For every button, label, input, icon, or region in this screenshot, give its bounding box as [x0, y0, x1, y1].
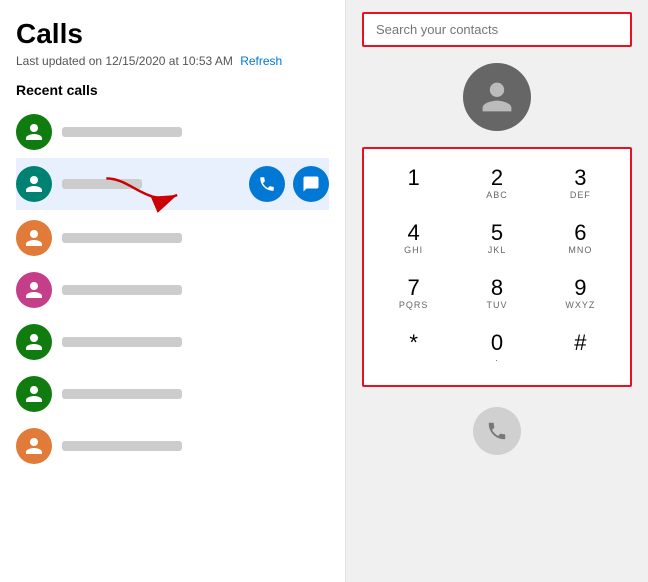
avatar — [16, 428, 52, 464]
avatar — [16, 376, 52, 412]
dial-letters: TUV — [486, 300, 507, 312]
left-panel: Calls Last updated on 12/15/2020 at 10:5… — [0, 0, 346, 582]
dial-letters: PQRS — [399, 300, 429, 312]
avatar — [16, 166, 52, 202]
dial-number: 6 — [574, 222, 586, 244]
call-item — [16, 420, 329, 472]
dial-letters: · — [495, 355, 499, 367]
dial-key-0[interactable]: 0· — [455, 322, 538, 377]
refresh-link[interactable]: Refresh — [240, 54, 282, 68]
contact-name — [62, 179, 142, 189]
call-item — [16, 212, 329, 264]
dial-number: 2 — [491, 167, 503, 189]
dial-key-*[interactable]: * — [372, 322, 455, 377]
contact-name — [62, 337, 182, 347]
dial-number: 9 — [574, 277, 586, 299]
calls-list — [16, 106, 329, 582]
avatar — [16, 272, 52, 308]
dial-number: * — [409, 332, 418, 354]
page-title: Calls — [16, 18, 329, 50]
dial-key-2[interactable]: 2ABC — [455, 157, 538, 212]
contact-name — [62, 127, 182, 137]
dial-number: 8 — [491, 277, 503, 299]
call-button[interactable] — [249, 166, 285, 202]
recent-calls-title: Recent calls — [16, 82, 329, 98]
dial-key-5[interactable]: 5JKL — [455, 212, 538, 267]
right-panel: 12ABC3DEF4GHI5JKL6MNO7PQRS8TUV9WXYZ*0·# — [346, 0, 648, 582]
dial-key-4[interactable]: 4GHI — [372, 212, 455, 267]
avatar — [16, 114, 52, 150]
contact-avatar-large — [463, 63, 531, 131]
contact-name — [62, 285, 182, 295]
contact-name — [62, 389, 182, 399]
dialpad-grid: 12ABC3DEF4GHI5JKL6MNO7PQRS8TUV9WXYZ*0·# — [372, 157, 622, 377]
dial-letters: GHI — [404, 245, 423, 257]
dial-key-8[interactable]: 8TUV — [455, 267, 538, 322]
message-button[interactable] — [293, 166, 329, 202]
dial-number: 0 — [491, 332, 503, 354]
dial-key-9[interactable]: 9WXYZ — [539, 267, 622, 322]
dial-number: 5 — [491, 222, 503, 244]
dial-letters: WXYZ — [565, 300, 595, 312]
dial-letters: ABC — [486, 190, 508, 202]
dial-number: 7 — [408, 277, 420, 299]
dial-key-3[interactable]: 3DEF — [539, 157, 622, 212]
call-button-bottom[interactable] — [473, 407, 521, 455]
dial-number: 4 — [408, 222, 420, 244]
call-item — [16, 316, 329, 368]
call-item — [16, 368, 329, 420]
dial-letters: JKL — [488, 245, 507, 257]
dial-key-#[interactable]: # — [539, 322, 622, 377]
avatar — [16, 220, 52, 256]
search-input[interactable] — [362, 12, 632, 47]
dial-number: # — [574, 332, 586, 354]
last-updated-text: Last updated on 12/15/2020 at 10:53 AM R… — [16, 54, 329, 68]
dial-number: 3 — [574, 167, 586, 189]
dial-letters: MNO — [568, 245, 592, 257]
dial-key-6[interactable]: 6MNO — [539, 212, 622, 267]
dial-letters: DEF — [570, 190, 591, 202]
call-item — [16, 264, 329, 316]
dial-key-7[interactable]: 7PQRS — [372, 267, 455, 322]
call-item-selected[interactable] — [16, 158, 329, 210]
dialpad: 12ABC3DEF4GHI5JKL6MNO7PQRS8TUV9WXYZ*0·# — [362, 147, 632, 387]
contact-name — [62, 233, 182, 243]
contact-name — [62, 441, 182, 451]
avatar — [16, 324, 52, 360]
dial-key-1[interactable]: 1 — [372, 157, 455, 212]
dial-number: 1 — [408, 167, 420, 189]
call-item — [16, 106, 329, 158]
call-actions — [249, 166, 329, 202]
